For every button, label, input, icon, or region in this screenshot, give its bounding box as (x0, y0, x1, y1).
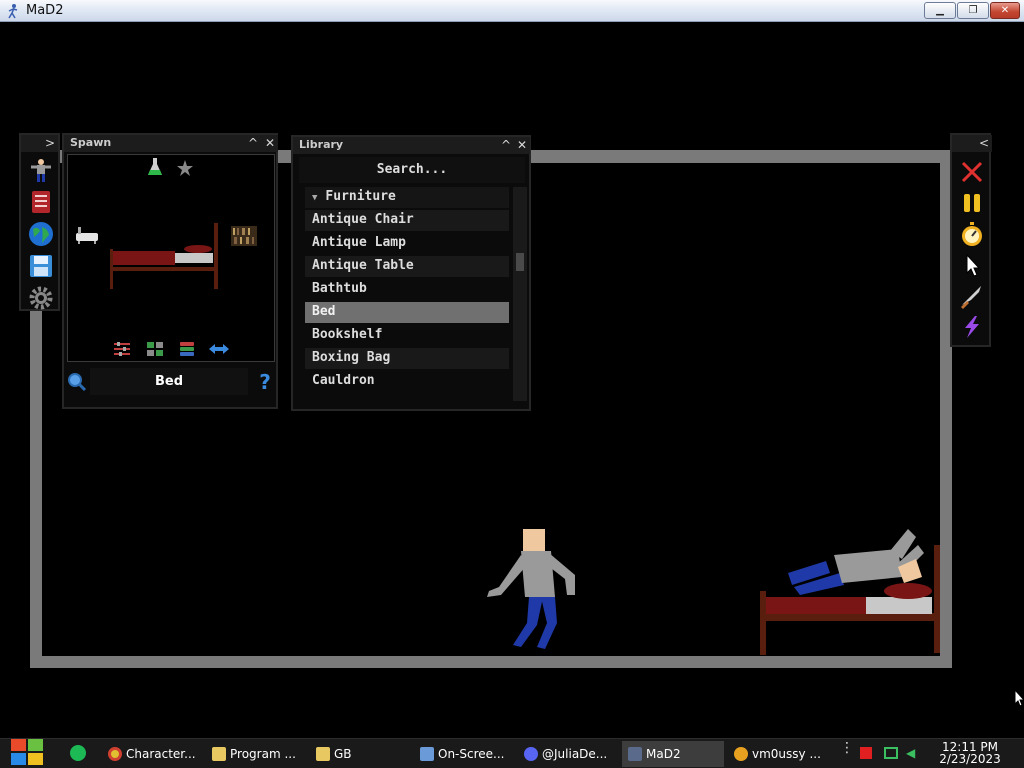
clear-x-icon[interactable] (959, 159, 985, 185)
knife-icon[interactable] (959, 283, 985, 309)
spawn-panel: Spawn ^ ✕ Bed ? (62, 133, 278, 409)
ragdoll-lying[interactable] (786, 525, 926, 597)
slowmo-stopwatch-icon[interactable] (959, 221, 985, 247)
taskbar-item-gb[interactable]: GB (310, 741, 410, 767)
folder-icon (316, 747, 330, 761)
ragdoll-standing[interactable] (485, 525, 585, 655)
library-collapse-button[interactable]: ^ (498, 137, 514, 154)
system-clock[interactable]: 12:11 PM 2/23/2023 (930, 741, 1010, 765)
taskbar-item-label: MaD2 (646, 747, 681, 761)
taskbar-item-label: GB (334, 747, 352, 761)
taskbar-item-mad2[interactable]: MaD2 (622, 741, 724, 767)
library-item[interactable]: Antique Lamp (305, 233, 509, 254)
ragdoll-icon[interactable] (28, 157, 54, 183)
library-item[interactable]: Bathtub (305, 279, 509, 300)
globe-icon[interactable] (28, 221, 54, 247)
library-item[interactable]: Antique Chair (305, 210, 509, 231)
library-item[interactable]: Antique Table (305, 256, 509, 277)
spawn-close-button[interactable]: ✕ (262, 135, 278, 152)
lightning-icon[interactable] (959, 314, 985, 340)
mad2-app-icon (8, 4, 18, 19)
bathtub-thumb-icon[interactable] (74, 225, 100, 245)
library-item[interactable]: Bookshelf (305, 325, 509, 346)
favorite-star-icon[interactable] (176, 159, 194, 177)
discord-icon (524, 747, 538, 761)
library-scroll-thumb[interactable] (516, 253, 524, 271)
library-item-selected[interactable]: Bed (305, 302, 509, 323)
book-icon[interactable] (28, 189, 54, 215)
search-icon[interactable] (67, 372, 87, 392)
taskbar-item-label: Character... (126, 747, 196, 761)
taskbar-item-chrome[interactable]: Character... (102, 741, 202, 767)
network-icon[interactable] (884, 747, 898, 759)
library-scrollbar[interactable] (513, 187, 527, 401)
close-window-button[interactable]: ✕ (990, 2, 1020, 19)
action-center-flag-icon[interactable] (860, 747, 872, 759)
pause-icon[interactable] (959, 190, 985, 216)
pointer-icon[interactable] (959, 252, 985, 278)
spawn-preview (67, 154, 275, 362)
category-label: Furniture (325, 189, 396, 204)
right-toolbar: < (950, 133, 992, 347)
layers-icon[interactable] (178, 341, 196, 357)
volume-icon[interactable]: ◀ (906, 747, 920, 759)
category-furniture[interactable]: ▼ Furniture (305, 187, 509, 208)
taskbar-item-program-files[interactable]: Program ... (206, 741, 306, 767)
restore-button[interactable]: ❐ (957, 2, 989, 19)
spawn-search-input[interactable]: Bed (90, 368, 248, 395)
game-canvas[interactable]: > Spawn ^ ✕ Bed ? Library ^ ✕ Search... (0, 23, 1024, 737)
window-title: MaD2 (26, 3, 64, 18)
clock-date: 2/23/2023 (939, 752, 1001, 766)
save-icon[interactable] (28, 253, 54, 279)
mad2-icon (628, 747, 642, 761)
collapse-toolbar-button[interactable]: < (976, 135, 992, 152)
expand-toolbar-button[interactable]: > (42, 135, 58, 152)
filter-sliders-icon[interactable] (113, 341, 131, 357)
keyboard-icon (420, 747, 434, 761)
potion-flask-icon[interactable] (146, 157, 164, 177)
spawn-collapse-button[interactable]: ^ (245, 135, 261, 152)
x-icon (734, 747, 748, 761)
taskbar-item-onscreen-keyboard[interactable]: On-Scree... (414, 741, 514, 767)
left-toolbar: > (19, 133, 60, 311)
library-panel-title: Library (293, 137, 529, 154)
start-button-windows-icon[interactable] (10, 737, 44, 767)
taskbar: Character... Program ... GB On-Scree... … (0, 738, 1024, 768)
taskbar-item-discord[interactable]: @JuliaDe... (518, 741, 618, 767)
taskbar-item-label: Program ... (230, 747, 296, 761)
window-titlebar: MaD2 ▁ ❐ ✕ (0, 0, 1024, 22)
grid-view-icon[interactable] (146, 341, 164, 357)
bed-preview-image (110, 223, 218, 289)
chrome-icon (108, 747, 122, 761)
library-item[interactable]: Boxing Bag (305, 348, 509, 369)
flip-arrows-icon[interactable] (208, 341, 230, 357)
taskbar-item-label: On-Scree... (438, 747, 505, 761)
library-panel: Library ^ ✕ Search... ▼ Furniture Antique… (291, 135, 531, 411)
taskbar-item-label: vm0ussy ... (752, 747, 821, 761)
mouse-cursor-icon (1014, 689, 1024, 707)
tray-overflow-icon[interactable]: ⋮ (840, 741, 854, 762)
folder-icon (212, 747, 226, 761)
help-icon[interactable]: ? (256, 370, 274, 394)
category-expand-icon: ▼ (312, 193, 318, 203)
taskbar-item-vm[interactable]: vm0ussy ... (728, 741, 828, 767)
taskbar-item-label: @JuliaDe... (542, 747, 608, 761)
library-search-input[interactable]: Search... (299, 157, 525, 183)
library-item[interactable]: Cauldron (305, 371, 509, 392)
bookshelf-thumb-icon[interactable] (230, 225, 258, 247)
library-close-button[interactable]: ✕ (514, 137, 530, 154)
settings-gear-icon[interactable] (28, 285, 54, 311)
minimize-button[interactable]: ▁ (924, 2, 956, 19)
spotify-icon[interactable] (70, 745, 86, 761)
